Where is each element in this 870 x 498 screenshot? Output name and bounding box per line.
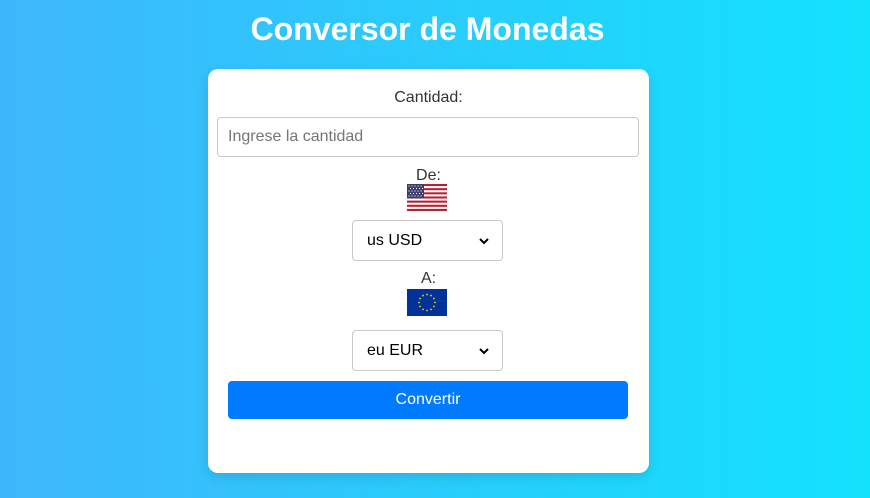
- eu-flag-icon: [407, 289, 447, 316]
- converter-card: Cantidad: De: us USD A:: [208, 69, 649, 473]
- from-currency-value: us USD: [367, 231, 423, 249]
- amount-input[interactable]: [217, 117, 639, 157]
- amount-label: Cantidad:: [394, 89, 463, 106]
- to-label: A:: [420, 270, 437, 287]
- to-currency-select[interactable]: eu EUR: [352, 330, 503, 371]
- chevron-down-icon: [479, 237, 489, 244]
- convert-button[interactable]: Convertir: [228, 381, 628, 419]
- to-currency-value: eu EUR: [367, 341, 424, 359]
- chevron-down-icon: [479, 347, 489, 354]
- us-flag-icon: [407, 184, 447, 211]
- from-label: De:: [416, 167, 441, 184]
- page-title: Conversor de Monedas: [250, 11, 605, 47]
- from-currency-select[interactable]: us USD: [352, 220, 503, 261]
